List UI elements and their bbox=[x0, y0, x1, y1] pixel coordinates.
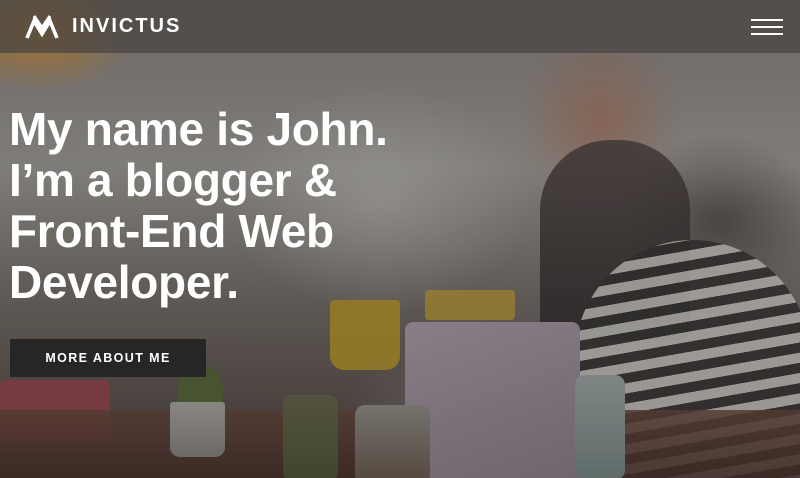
hero-title: My name is John. I’m a blogger & Front-E… bbox=[9, 104, 469, 308]
site-header: INVICTUS bbox=[0, 0, 800, 53]
hero-content: My name is John. I’m a blogger & Front-E… bbox=[9, 104, 469, 308]
hero-title-line: My name is John. bbox=[9, 103, 388, 155]
brand-name: INVICTUS bbox=[72, 15, 182, 37]
hero-title-line: Front-End Web bbox=[9, 205, 334, 257]
logo-link[interactable]: INVICTUS bbox=[25, 14, 181, 40]
hamburger-menu-icon[interactable] bbox=[751, 15, 783, 39]
menu-line bbox=[751, 18, 783, 21]
invictus-mountain-logo-icon bbox=[25, 14, 59, 39]
page: INVICTUS My name is John. I’m a blogger … bbox=[0, 0, 800, 478]
menu-line bbox=[751, 32, 783, 35]
hero-title-line: Developer. bbox=[9, 256, 239, 308]
menu-line bbox=[751, 25, 783, 28]
more-about-me-button[interactable]: MORE ABOUT ME bbox=[10, 339, 206, 377]
hero-title-line: I’m a blogger & bbox=[9, 154, 337, 206]
